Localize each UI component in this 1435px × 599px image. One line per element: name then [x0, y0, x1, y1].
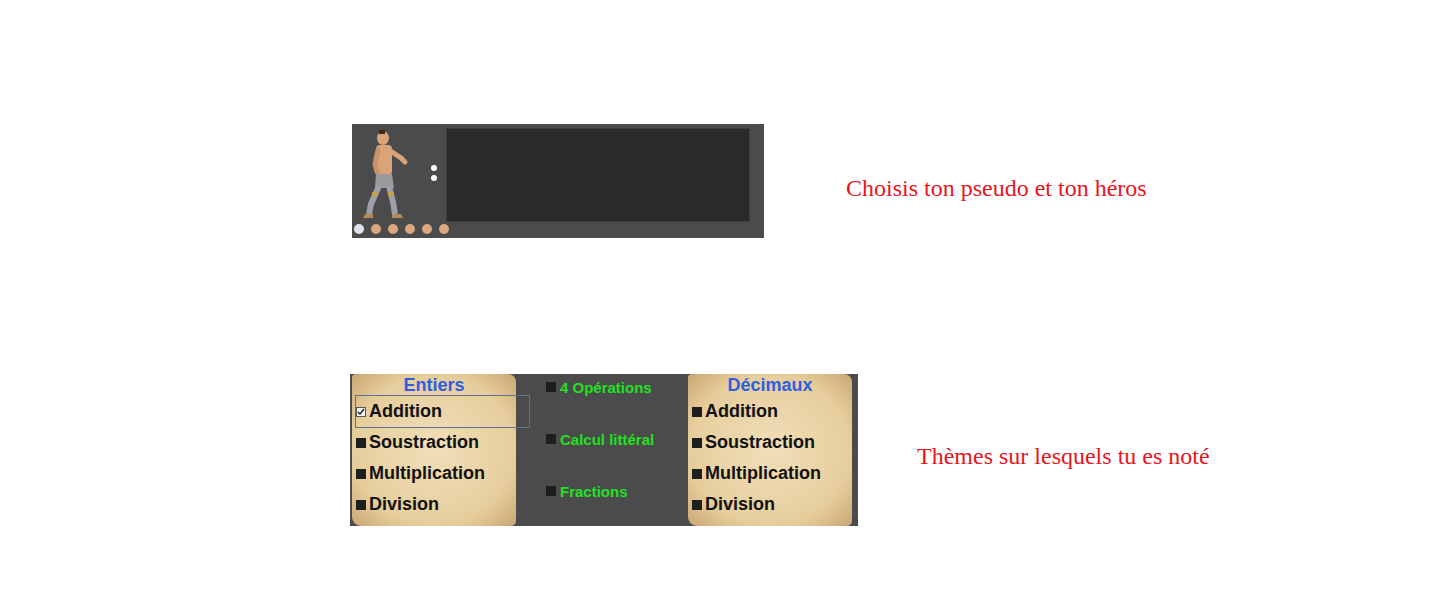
- theme-item[interactable]: Addition: [692, 396, 848, 427]
- checkbox[interactable]: [546, 486, 556, 496]
- hero-dot[interactable]: [422, 224, 432, 234]
- checkbox[interactable]: [692, 438, 702, 448]
- intro-caption: Choisis ton pseudo et ton héros: [846, 175, 1147, 202]
- hero-panel: [352, 124, 764, 238]
- theme-item[interactable]: Calcul littéral: [546, 428, 688, 450]
- intro-row: Choisis ton pseudo et ton héros: [0, 124, 1435, 238]
- checkbox[interactable]: [692, 469, 702, 479]
- theme-item[interactable]: Soustraction: [356, 427, 512, 458]
- entiers-list: EntiersAdditionSoustractionMultiplicatio…: [352, 374, 516, 526]
- checkbox[interactable]: [356, 438, 366, 448]
- theme-item[interactable]: Multiplication: [692, 458, 848, 489]
- checkbox[interactable]: [356, 407, 366, 417]
- themes-panel: EntiersAdditionSoustractionMultiplicatio…: [350, 374, 858, 526]
- separator: [422, 128, 446, 218]
- theme-item[interactable]: Fractions: [546, 480, 688, 502]
- pseudo-field[interactable]: [446, 128, 750, 222]
- hero-dot[interactable]: [439, 224, 449, 234]
- hero-dot[interactable]: [388, 224, 398, 234]
- checkbox[interactable]: [692, 500, 702, 510]
- hero-icon[interactable]: [361, 128, 419, 220]
- hero-dot[interactable]: [371, 224, 381, 234]
- hero-dot[interactable]: [405, 224, 415, 234]
- decimaux-list: DécimauxAdditionSoustractionMultiplicati…: [688, 374, 852, 526]
- theme-item[interactable]: Division: [692, 489, 848, 520]
- theme-item[interactable]: Soustraction: [692, 427, 848, 458]
- theme-item[interactable]: 4 Opérations: [546, 376, 688, 398]
- other-themes: 4 Opérations Calcul littéral Fractions: [516, 374, 688, 526]
- theme-item[interactable]: Multiplication: [356, 458, 512, 489]
- hero-dot[interactable]: [354, 224, 364, 234]
- checkbox[interactable]: [356, 500, 366, 510]
- checkbox[interactable]: [546, 434, 556, 444]
- group-title: Décimaux: [692, 374, 848, 396]
- theme-item[interactable]: Division: [356, 489, 512, 520]
- theme-item[interactable]: Addition: [356, 396, 529, 427]
- tick-icon: [357, 408, 365, 416]
- page: Choisis ton pseudo et ton hérosEntiersAd…: [0, 0, 1435, 526]
- themes-caption: Thèmes sur lesquels tu es noté: [917, 443, 1210, 470]
- themes-row: EntiersAdditionSoustractionMultiplicatio…: [0, 374, 1435, 526]
- group-title: Entiers: [356, 374, 512, 396]
- checkbox[interactable]: [692, 407, 702, 417]
- checkbox[interactable]: [546, 382, 556, 392]
- checkbox[interactable]: [356, 469, 366, 479]
- hero-selector: [352, 224, 764, 234]
- hero-figure[interactable]: [358, 128, 422, 220]
